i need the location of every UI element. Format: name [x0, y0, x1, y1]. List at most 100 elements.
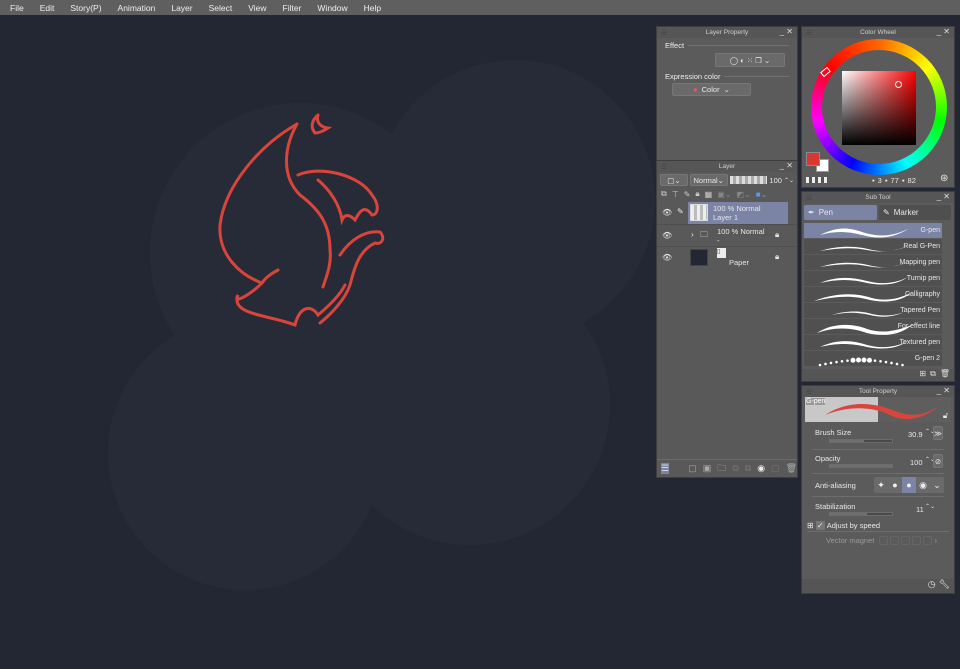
brush-size-value[interactable]: 30.9	[908, 430, 923, 439]
sv-picker[interactable]	[895, 81, 902, 88]
reset-icon[interactable]: ◷	[928, 579, 936, 593]
apply-mask-icon[interactable]: ▢	[771, 463, 780, 474]
anti-aliasing-label: Anti-aliasing	[815, 481, 856, 490]
adjust-by-speed-checkbox[interactable]: ✓	[815, 520, 825, 530]
panel-close-icon[interactable]: _ ✕	[937, 27, 950, 36]
anti-aliasing-option[interactable]: ●	[888, 477, 902, 493]
color-mode-icon[interactable]: ⊛	[940, 173, 948, 184]
layer-thumbnail	[690, 204, 708, 221]
mask-icon[interactable]: ▣⌄	[717, 190, 731, 199]
layer-list-icon[interactable]: ☰	[661, 463, 670, 474]
ruler-icon[interactable]: ◩⌄	[736, 190, 750, 199]
transparent-color[interactable]	[806, 177, 828, 183]
sub-tool-item[interactable]: Real G-Pen	[804, 239, 942, 255]
pen-icon: ✎	[677, 207, 684, 216]
magnet-option[interactable]	[923, 536, 933, 545]
sub-tool-item[interactable]: Calligraphy	[804, 287, 942, 303]
new-vector-layer-icon[interactable]: ▣	[703, 463, 712, 474]
eye-icon[interactable]: 👁︎	[662, 231, 672, 240]
tab-pen[interactable]: ✒︎ Pen	[804, 205, 877, 220]
menu-edit[interactable]: Edit	[40, 3, 55, 13]
opacity-value[interactable]: 100	[769, 176, 782, 185]
grip-icon[interactable]: ☰	[661, 29, 667, 37]
sub-tool-item[interactable]: G-pen 2	[804, 351, 942, 367]
opacity-slider[interactable]	[729, 176, 768, 184]
pressure-toggle[interactable]: ≫	[933, 426, 943, 440]
panel-title: Color Wheel	[860, 29, 896, 36]
stabilization-value[interactable]: 11	[916, 505, 924, 514]
layer-mode: 100 % Normal	[713, 204, 761, 213]
new-raster-layer-icon[interactable]: ▢	[688, 463, 697, 474]
anti-aliasing-option[interactable]: ◉	[916, 477, 930, 493]
sub-tool-item[interactable]: Mapping pen	[804, 255, 942, 271]
opacity-slider[interactable]	[829, 464, 893, 468]
eye-icon[interactable]: 👁︎	[662, 208, 672, 217]
effect-buttons[interactable]: ◯ ◐ ⁙ ❐ ⌄	[715, 53, 785, 67]
anti-aliasing-option[interactable]: ●	[902, 477, 916, 493]
layer-color-select[interactable]: ▢⌄	[660, 174, 688, 186]
sub-tool-item[interactable]: For effect line	[804, 319, 942, 335]
opacity-pressure-toggle[interactable]: ⊘	[933, 454, 943, 468]
sub-tool-label: Mapping pen	[899, 259, 940, 266]
panel-close-icon[interactable]: _ ✕	[937, 386, 950, 395]
brush-size-slider[interactable]	[829, 439, 893, 443]
sub-tool-item[interactable]: Textured pen	[804, 335, 942, 351]
menu-select[interactable]: Select	[209, 3, 233, 13]
menu-animation[interactable]: Animation	[118, 3, 156, 13]
new-folder-icon[interactable]: 🗀︎	[717, 461, 726, 477]
magnet-option[interactable]	[879, 536, 889, 545]
draft-icon[interactable]: ✎	[684, 190, 691, 199]
mask-icon[interactable]: ◉	[757, 463, 765, 474]
brush-size-label: Brush Size	[815, 428, 852, 437]
wrench-icon[interactable]: 🔧︎	[939, 579, 950, 593]
sub-tool-item[interactable]: Turnip pen	[804, 271, 942, 287]
menu-filter[interactable]: Filter	[283, 3, 302, 13]
menu-help[interactable]: Help	[364, 3, 381, 13]
anti-aliasing-selector[interactable]: ✦ ● ● ◉ ⌄	[874, 477, 944, 493]
magnet-option[interactable]	[901, 536, 911, 545]
magnet-option[interactable]	[890, 536, 900, 545]
delete-icon[interactable]: 🗑︎	[940, 369, 950, 381]
layer-row[interactable]: 👁︎ ✎ 100 % Normal Layer 1	[657, 202, 797, 224]
expand-icon[interactable]: ⊞	[807, 521, 814, 530]
layer-row[interactable]: 👁︎ › 🗀︎ 100 % Normal - 🔒︎	[657, 224, 797, 246]
menu-layer[interactable]: Layer	[171, 3, 192, 13]
transfer-icon[interactable]: ⧉	[732, 463, 738, 474]
menu-file[interactable]: File	[10, 3, 24, 13]
copy-subtool-icon[interactable]: ⊞	[919, 369, 926, 381]
menu-story[interactable]: Story(P)	[70, 3, 101, 13]
lock-icon[interactable]: 🔒︎	[775, 230, 779, 240]
menu-window[interactable]: Window	[317, 3, 347, 13]
clip-icon[interactable]: ⧉	[661, 189, 667, 199]
magnet-option[interactable]	[912, 536, 922, 545]
tab-marker[interactable]: ✎ Marker	[879, 205, 951, 220]
menu-view[interactable]: View	[248, 3, 266, 13]
merge-icon[interactable]: ⧉	[745, 463, 751, 474]
duplicate-icon[interactable]: ⧉	[930, 369, 936, 381]
stabilization-slider[interactable]	[829, 512, 893, 516]
eye-icon[interactable]: 👁︎	[662, 253, 672, 262]
layer-row[interactable]: 👁︎ ▯ Paper 🔒︎	[657, 246, 797, 268]
expression-color-select[interactable]: ● Color ⌄	[672, 83, 751, 96]
lock-icon[interactable]: 🔒︎	[775, 252, 779, 262]
blend-mode-select[interactable]: Normal ⌄	[689, 174, 728, 186]
lock-icon[interactable]: 🔒︎	[695, 189, 699, 199]
lock-icon[interactable]: 🔓︎	[943, 411, 948, 421]
expand-icon[interactable]: ›	[691, 230, 694, 239]
layer-color-icon[interactable]: ■⌄	[756, 190, 768, 199]
opacity-value[interactable]: 100	[910, 458, 923, 467]
layer-name: -	[717, 236, 720, 245]
panel-close-icon[interactable]: _ ✕	[780, 27, 793, 36]
saturation-value-square[interactable]	[842, 71, 916, 145]
sub-tool-item[interactable]: G-pen	[804, 223, 942, 239]
lock-alpha-icon[interactable]: ▦	[705, 190, 713, 199]
panel-close-icon[interactable]: _ ✕	[780, 161, 793, 170]
chevron-down-icon[interactable]: ⌄	[930, 477, 944, 493]
main-color-swatch[interactable]	[806, 152, 820, 166]
sub-tool-item[interactable]: Tapered Pen	[804, 303, 942, 319]
anti-aliasing-option[interactable]: ✦	[874, 477, 888, 493]
delete-icon[interactable]: 🗑︎	[786, 463, 797, 474]
reference-icon[interactable]: ⊤	[672, 190, 679, 199]
layer-name: Paper	[729, 258, 750, 267]
panel-close-icon[interactable]: _ ✕	[937, 192, 950, 201]
